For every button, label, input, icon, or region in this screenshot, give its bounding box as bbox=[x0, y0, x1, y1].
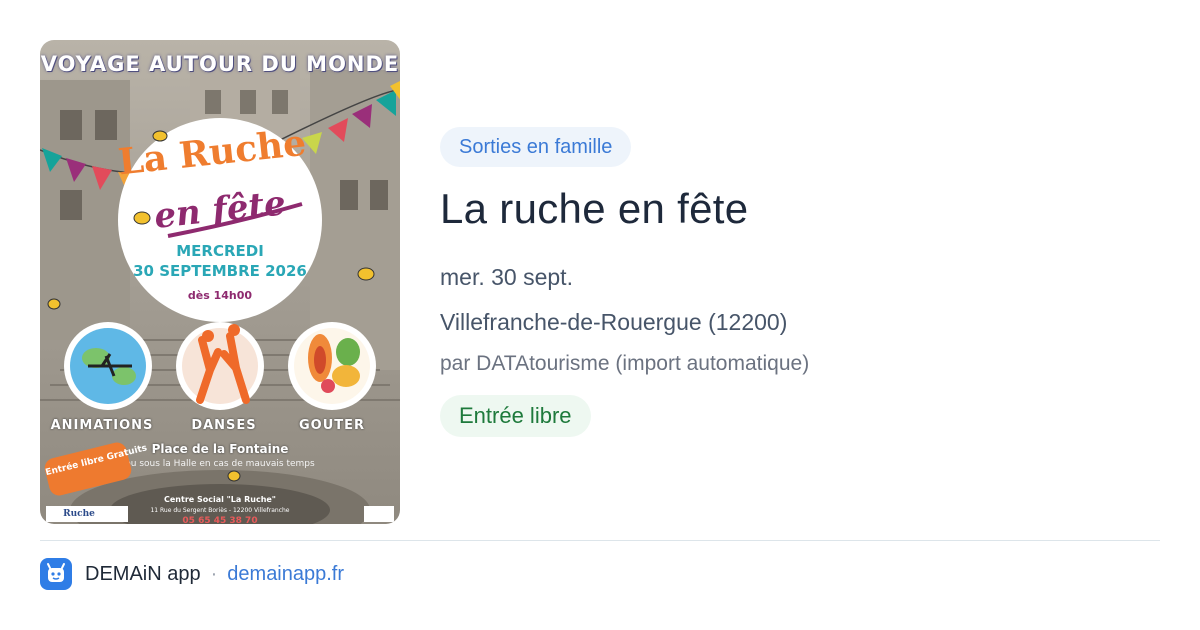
price-badge: Entrée libre bbox=[440, 395, 591, 437]
poster-organizer: Centre Social "La Ruche" bbox=[164, 495, 276, 504]
footer: DEMAiN app · demainapp.fr bbox=[40, 557, 344, 591]
app-name: DEMAiN app bbox=[85, 562, 201, 585]
poster-partner-logo: Ruche bbox=[46, 506, 128, 522]
poster-date: 30 SEPTEMBRE 2026 bbox=[133, 262, 307, 280]
poster-activity-danses: DANSES bbox=[191, 418, 257, 433]
poster-time: dès 14h00 bbox=[187, 289, 253, 302]
event-source: par DATAtourisme (import automatique) bbox=[440, 352, 810, 375]
separator: · bbox=[210, 562, 218, 585]
event-poster-image[interactable]: VOYAGE AUTOUR DU MONDE La Ruche en fête … bbox=[40, 40, 400, 524]
event-date: mer. 30 sept. bbox=[440, 264, 573, 290]
event-card[interactable]: VOYAGE AUTOUR DU MONDE La Ruche en fête … bbox=[40, 40, 1160, 524]
event-location: Villefranche-de-Rouergue (12200) bbox=[440, 309, 788, 335]
poster-day: MERCREDI bbox=[176, 242, 264, 260]
poster-sponsor-logo bbox=[364, 506, 394, 522]
event-title[interactable]: La ruche en fête bbox=[440, 185, 748, 233]
poster-activity-animations: ANIMATIONS bbox=[50, 418, 154, 433]
category-tag[interactable]: Sorties en famille bbox=[440, 127, 632, 167]
poster-address: 11 Rue du Sergent Boriès - 12200 Villefr… bbox=[150, 507, 290, 514]
poster-phone: 05 65 45 38 70 bbox=[182, 516, 258, 524]
poster-activity-gouter: GOUTER bbox=[298, 418, 366, 433]
app-url-link[interactable]: demainapp.fr bbox=[227, 563, 344, 586]
footer-divider bbox=[40, 540, 1160, 541]
bee-app-icon[interactable] bbox=[40, 558, 72, 590]
poster-header: VOYAGE AUTOUR DU MONDE bbox=[40, 52, 400, 76]
